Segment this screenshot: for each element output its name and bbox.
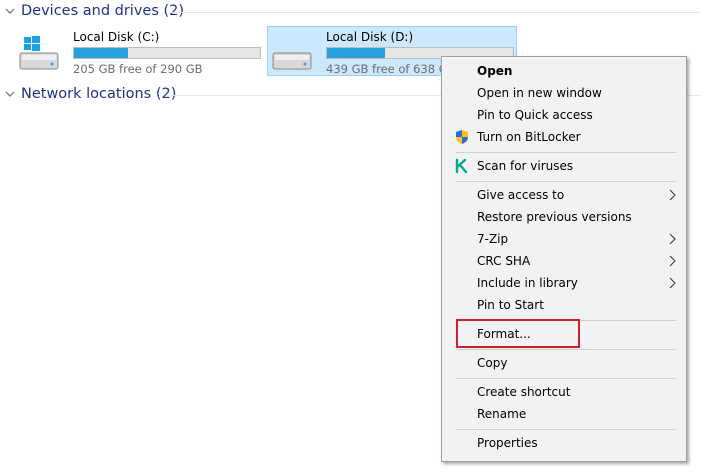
highlight-annotation — [456, 319, 580, 348]
menu-item-properties[interactable]: Properties — [444, 432, 684, 454]
chevron-down-icon[interactable] — [5, 89, 15, 99]
menu-item-label: Pin to Quick access — [477, 108, 593, 122]
drive-usage-bar — [73, 47, 261, 59]
menu-item-label: Rename — [477, 407, 527, 421]
menu-item-give-access[interactable]: Give access to — [444, 184, 684, 206]
menu-item-7zip[interactable]: 7-Zip — [444, 228, 684, 250]
chevron-down-icon[interactable] — [5, 6, 15, 16]
drive-icon — [272, 33, 318, 73]
menu-item-label: Restore previous versions — [477, 210, 632, 224]
menu-item-create-shortcut[interactable]: Create shortcut — [444, 381, 684, 403]
menu-item-open-new-window[interactable]: Open in new window — [444, 82, 684, 104]
menu-separator — [456, 378, 676, 379]
menu-item-label: Properties — [477, 436, 538, 450]
menu-item-label: Give access to — [477, 188, 565, 202]
menu-item-label: Pin to Start — [477, 298, 544, 312]
menu-separator — [456, 349, 676, 350]
menu-separator — [456, 152, 676, 153]
menu-item-copy[interactable]: Copy — [444, 352, 684, 374]
menu-item-restore-versions[interactable]: Restore previous versions — [444, 206, 684, 228]
drive-name: Local Disk (D:) — [326, 30, 414, 44]
chevron-right-icon — [669, 255, 676, 267]
drive-usage-fill — [327, 48, 386, 58]
drive-item-c[interactable]: Local Disk (C:) 205 GB free of 290 GB — [14, 26, 266, 76]
chevron-right-icon — [669, 233, 676, 245]
windows-drive-icon — [19, 33, 65, 73]
chevron-right-icon — [669, 277, 676, 289]
menu-item-rename[interactable]: Rename — [444, 403, 684, 425]
menu-item-pin-start[interactable]: Pin to Start — [444, 294, 684, 316]
context-menu: Open Open in new window Pin to Quick acc… — [441, 56, 687, 462]
menu-item-pin-quick-access[interactable]: Pin to Quick access — [444, 104, 684, 126]
menu-item-open[interactable]: Open — [444, 60, 684, 82]
menu-separator — [456, 429, 676, 430]
menu-item-label: Scan for viruses — [477, 159, 574, 173]
group-divider — [170, 12, 700, 13]
menu-item-label: Include in library — [477, 276, 578, 290]
menu-item-label: CRC SHA — [477, 254, 531, 268]
menu-separator — [456, 181, 676, 182]
group-title-devices: Devices and drives (2) — [21, 3, 185, 19]
menu-item-label: Open in new window — [477, 86, 602, 100]
group-title-network: Network locations (2) — [21, 86, 177, 102]
menu-item-label: Copy — [477, 356, 508, 370]
menu-item-label: Open — [477, 64, 513, 78]
group-header-devices[interactable]: Devices and drives (2) — [0, 1, 702, 21]
chevron-right-icon — [669, 189, 676, 201]
drive-usage-fill — [74, 48, 129, 58]
menu-item-crc-sha[interactable]: CRC SHA — [444, 250, 684, 272]
drive-name: Local Disk (C:) — [73, 30, 160, 44]
menu-item-include-library[interactable]: Include in library — [444, 272, 684, 294]
drive-free-space: 205 GB free of 290 GB — [73, 62, 203, 76]
menu-item-label: Create shortcut — [477, 385, 571, 399]
menu-item-scan-viruses[interactable]: Scan for viruses — [444, 155, 684, 177]
menu-item-bitlocker[interactable]: Turn on BitLocker — [444, 126, 684, 148]
menu-item-label: Turn on BitLocker — [477, 130, 581, 144]
kaspersky-icon — [454, 158, 470, 174]
menu-item-label: 7-Zip — [477, 232, 509, 246]
shield-icon — [454, 129, 470, 145]
